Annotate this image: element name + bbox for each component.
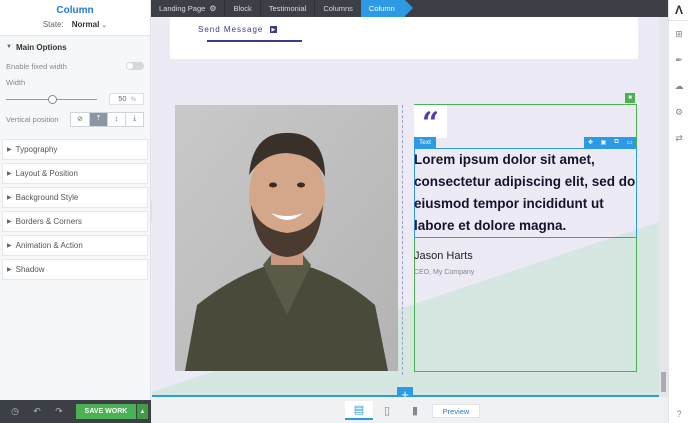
vertical-position-group: ⊘ ⤒ ↕ ⤓ xyxy=(70,111,144,127)
background-style-section[interactable]: ▶ Background Style xyxy=(2,187,148,208)
align-middle-icon[interactable]: ↕ xyxy=(107,112,125,126)
section-label: Layout & Position xyxy=(15,169,78,178)
triangle-right-icon: ▶ xyxy=(7,171,12,177)
delete-column-icon[interactable]: ■ xyxy=(625,93,635,103)
chevron-down-icon: ⌄ xyxy=(101,22,108,29)
contact-card: Send Message ▶ xyxy=(170,17,638,59)
state-value: Normal xyxy=(71,20,100,29)
gear-icon[interactable]: ⚙ xyxy=(209,4,216,13)
state-selector[interactable]: State: Normal ⌄ xyxy=(0,20,150,29)
send-message-underline xyxy=(207,40,302,42)
settings-icon[interactable]: ⚙ xyxy=(669,99,688,125)
history-icon[interactable]: ◷ xyxy=(4,406,26,417)
author-role[interactable]: CEO, My Company xyxy=(414,269,474,276)
undo-icon[interactable]: ↶ xyxy=(26,406,48,417)
mobile-icon[interactable]: ▮ xyxy=(401,401,429,420)
arrow-right-icon: ▶ xyxy=(270,26,278,33)
trash-icon[interactable]: ▭ xyxy=(623,137,636,148)
section-label: Typography xyxy=(15,145,58,154)
align-top-icon[interactable]: ⤒ xyxy=(89,112,107,126)
width-label-row: Width xyxy=(2,74,148,90)
main-options-section: ▼ Main Options Enable fixed width Width … xyxy=(2,36,148,136)
section-label: Borders & Corners xyxy=(15,217,82,226)
layout-position-section[interactable]: ▶ Layout & Position xyxy=(2,163,148,184)
main-options-header[interactable]: ▼ Main Options xyxy=(2,36,148,58)
section-label: Background Style xyxy=(15,193,79,202)
section-label: Animation & Action xyxy=(15,241,83,250)
fixed-width-toggle[interactable] xyxy=(126,62,144,70)
panel-bottom-bar: ◷ ↶ ↷ SAVE WORK ▲ xyxy=(0,400,151,423)
text-toolbar: ✥ ▣ ⧉ ▭ xyxy=(584,137,636,148)
breadcrumb-label: Landing Page xyxy=(159,4,206,13)
main-options-label: Main Options xyxy=(15,42,67,52)
column-divider xyxy=(402,105,403,375)
breadcrumb-column[interactable]: Column xyxy=(360,0,413,17)
right-toolbar: Λ ⊞ ✒ ☁ ⚙ ⇄ ? xyxy=(668,0,688,423)
testimonial-photo[interactable] xyxy=(175,105,398,371)
no-align-icon[interactable]: ⊘ xyxy=(71,112,89,126)
state-label: State: xyxy=(42,20,64,29)
preview-button[interactable]: Preview xyxy=(432,404,480,418)
triangle-right-icon: ▶ xyxy=(7,267,12,273)
fixed-width-label: Enable fixed width xyxy=(6,61,67,71)
chevron-up-icon[interactable]: ▲ xyxy=(137,404,148,419)
save-icon[interactable]: ▣ xyxy=(597,137,610,148)
cloud-icon[interactable]: ☁ xyxy=(669,73,688,99)
person-photo xyxy=(175,105,398,371)
translate-icon[interactable]: ⇄ xyxy=(669,125,688,151)
animation-action-section[interactable]: ▶ Animation & Action xyxy=(2,235,148,256)
vertical-position-row: Vertical position ⊘ ⤒ ↕ ⤓ xyxy=(2,108,148,130)
quote-icon: “ xyxy=(414,105,447,141)
width-value: 50 xyxy=(118,94,127,103)
duplicate-icon[interactable]: ⧉ xyxy=(610,137,623,148)
align-bottom-icon[interactable]: ⤓ xyxy=(125,112,143,126)
breadcrumb-block[interactable]: Block xyxy=(225,0,259,17)
width-label: Width xyxy=(6,77,26,87)
send-message-label: Send Message xyxy=(198,25,264,34)
send-message-button[interactable]: Send Message ▶ xyxy=(198,25,278,34)
text-element-label[interactable]: Text xyxy=(414,137,436,148)
panel-title: Column xyxy=(56,5,94,16)
editor-canvas[interactable]: Send Message ▶ ■ “ Text ✥ ▣ ⧉ ▭ Lorem ip… xyxy=(152,17,659,397)
width-unit: % xyxy=(130,97,136,103)
vertical-position-label: Vertical position xyxy=(6,114,59,124)
desktop-icon[interactable]: ▤ xyxy=(345,401,373,420)
triangle-right-icon: ▶ xyxy=(7,243,12,249)
testimonial-quote[interactable]: Lorem ipsum dolor sit amet, consectetur … xyxy=(414,149,642,237)
move-icon[interactable]: ✥ xyxy=(584,137,597,148)
panel-header: Column State: Normal ⌄ xyxy=(0,0,150,36)
triangle-right-icon: ▶ xyxy=(7,147,12,153)
scrollbar-thumb[interactable] xyxy=(661,372,666,392)
triangle-right-icon: ▶ xyxy=(7,219,12,225)
typography-section[interactable]: ▶ Typography xyxy=(2,139,148,160)
section-label: Shadow xyxy=(15,265,45,274)
device-bar: ▤ ▯ ▮ Preview xyxy=(152,397,659,423)
left-panel: Column State: Normal ⌄ ▼ Main Options Enab… xyxy=(0,0,151,423)
width-slider[interactable] xyxy=(6,94,98,104)
width-slider-row: 50 % xyxy=(2,90,148,108)
brush-icon[interactable]: ✒ xyxy=(669,47,688,73)
triangle-right-icon: ▶ xyxy=(7,195,12,201)
borders-corners-section[interactable]: ▶ Borders & Corners xyxy=(2,211,148,232)
width-slider-thumb[interactable] xyxy=(48,94,57,104)
help-icon[interactable]: ? xyxy=(669,409,688,419)
add-icon[interactable]: ⊞ xyxy=(669,21,688,47)
fixed-width-row: Enable fixed width xyxy=(2,58,148,74)
tablet-icon[interactable]: ▯ xyxy=(373,401,401,420)
breadcrumb-testimonial[interactable]: Testimonial xyxy=(261,0,315,17)
author-name[interactable]: Jason Harts xyxy=(414,250,473,262)
save-work-button[interactable]: SAVE WORK xyxy=(76,404,136,419)
width-input[interactable]: 50 % xyxy=(109,93,144,105)
breadcrumb-columns[interactable]: Columns xyxy=(315,0,361,17)
canvas-scrollbar[interactable] xyxy=(659,17,668,397)
logo-icon: Λ xyxy=(669,0,688,21)
triangle-down-icon: ▼ xyxy=(6,44,12,50)
redo-icon[interactable]: ↷ xyxy=(48,406,70,417)
breadcrumb: Landing Page ⚙ Block Testimonial Columns … xyxy=(151,0,668,17)
shadow-section[interactable]: ▶ Shadow xyxy=(2,259,148,280)
breadcrumb-landing-page[interactable]: Landing Page ⚙ xyxy=(151,0,224,17)
